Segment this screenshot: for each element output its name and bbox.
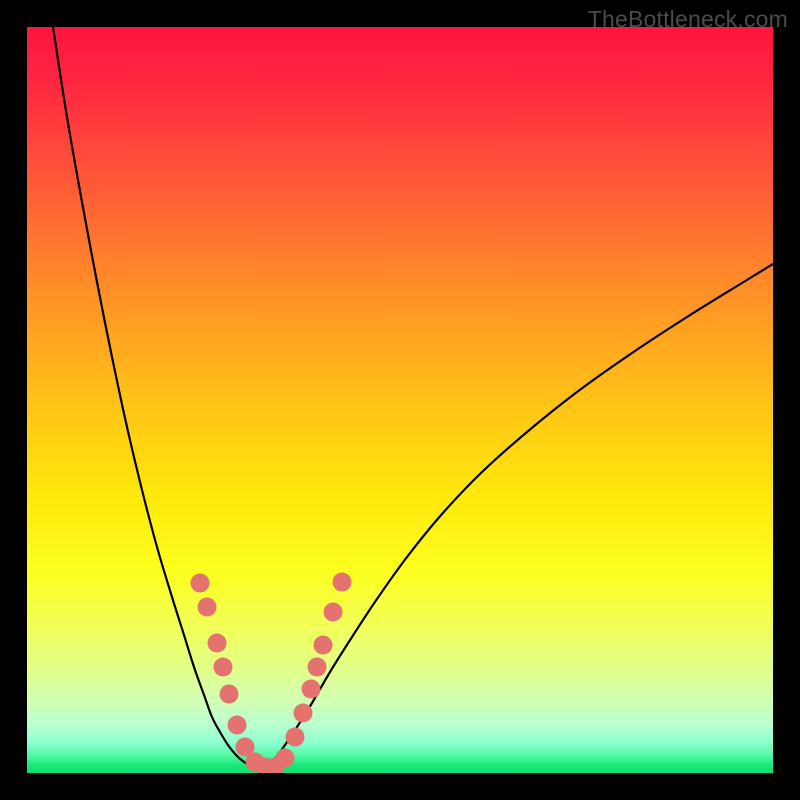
plot-svg xyxy=(27,27,773,773)
plot-frame xyxy=(27,27,773,773)
marker-dot xyxy=(333,573,352,592)
marker-dot xyxy=(286,728,305,747)
marker-dot xyxy=(191,574,210,593)
marker-dot xyxy=(276,749,295,768)
marker-dot xyxy=(314,636,333,655)
marker-dot xyxy=(302,680,321,699)
marker-dot xyxy=(214,658,233,677)
marker-dot xyxy=(308,658,327,677)
gradient-background xyxy=(27,27,773,773)
marker-dot xyxy=(208,634,227,653)
marker-dot xyxy=(198,598,217,617)
marker-dot xyxy=(324,603,343,622)
watermark-text: TheBottleneck.com xyxy=(588,6,788,33)
marker-dot xyxy=(294,704,313,723)
marker-dot xyxy=(228,716,247,735)
marker-dot xyxy=(220,685,239,704)
